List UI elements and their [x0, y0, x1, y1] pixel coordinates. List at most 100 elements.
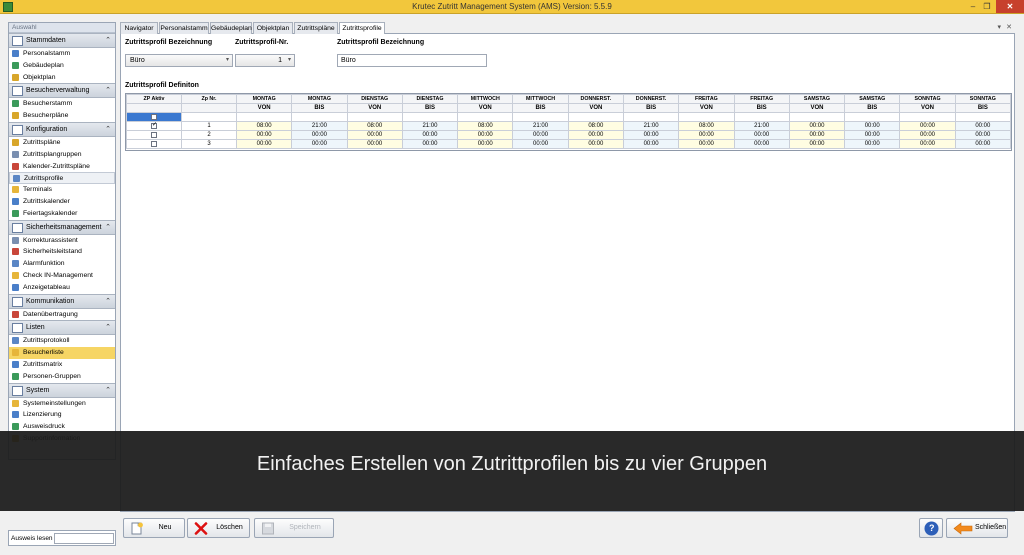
grid-cell-time[interactable]: 00:00 [788, 139, 846, 149]
sidebar-item-lizenzierung[interactable]: Lizenzierung [9, 409, 115, 421]
grid-cell-time[interactable]: 00:00 [235, 130, 293, 140]
sidebar-item-zutrittsprotokoll[interactable]: Zutrittsprotokoll [9, 335, 115, 347]
grid-cell-time[interactable]: 00:00 [844, 121, 901, 131]
sidebar-item-besucherstamm[interactable]: Besucherstamm [9, 98, 115, 110]
collapse-chevron-icon[interactable]: ⌃ [105, 384, 111, 397]
grid-cell-nr[interactable]: 1 [181, 121, 237, 131]
collapse-chevron-icon[interactable]: ⌃ [105, 123, 111, 136]
sidebar-item-besucherpläne[interactable]: Besucherpläne [9, 110, 115, 122]
zp-aktiv-checkbox[interactable] [151, 131, 157, 138]
table-row[interactable]: 2 00:00 00:00 00:00 00:00 00:00 00:00 00:00 00:0… [126, 130, 1012, 140]
help-button[interactable]: ? [919, 518, 943, 538]
new-button[interactable]: Neu [123, 518, 185, 538]
sidebar-item-kalender-zutrittspläne[interactable]: Kalender-Zutrittspläne [9, 161, 115, 173]
grid-cell[interactable] [401, 112, 459, 122]
grid-cell-time[interactable]: 00:00 [844, 139, 901, 149]
grid-cell-time[interactable]: 00:00 [291, 139, 348, 149]
grid-cell-time[interactable]: 00:00 [733, 130, 790, 140]
sidebar-item-zutrittsprofile[interactable]: Zutrittsprofile [9, 172, 115, 185]
grid-header-cell[interactable]: DIENSTAG [401, 94, 459, 104]
tab-zutrittspläne[interactable]: Zutrittspläne [294, 22, 338, 34]
collapse-chevron-icon[interactable]: ⌃ [105, 221, 111, 234]
profil-bezeichnung-field[interactable]: Büro [337, 54, 487, 67]
maximize-button[interactable]: ❐ [980, 0, 994, 13]
sidebar-item-personalstamm[interactable]: Personalstamm [9, 48, 115, 60]
grid-cell-time[interactable]: 00:00 [899, 121, 956, 131]
grid-cell-time[interactable]: 00:00 [235, 139, 293, 149]
table-row[interactable]: 3 00:00 00:00 00:00 00:00 00:00 00:00 00:00 00:0… [126, 139, 1012, 149]
grid-cell-time[interactable]: 00:00 [844, 130, 901, 140]
grid-cell-time[interactable]: 21:00 [622, 121, 680, 131]
grid-cell[interactable] [733, 112, 790, 122]
grid-cell-time[interactable]: 00:00 [346, 139, 403, 149]
grid-cell-time[interactable]: 21:00 [512, 121, 569, 131]
sidebar-group-besucherverwaltung[interactable]: Besucherverwaltung ⌃ [9, 83, 115, 99]
grid-cell-time[interactable]: 21:00 [401, 121, 459, 131]
sidebar-item-zutrittskalender[interactable]: Zutrittskalender [9, 196, 115, 208]
grid-cell-time[interactable]: 00:00 [899, 139, 956, 149]
grid-cell-time[interactable]: 00:00 [954, 130, 1012, 140]
close-window-button[interactable]: ✕ [996, 0, 1024, 13]
grid-header-cell[interactable]: FREITAG [678, 94, 735, 104]
profil-nr-select[interactable]: 1 ▾ [235, 54, 295, 67]
grid-cell[interactable] [844, 112, 901, 122]
sidebar-group-konfiguration[interactable]: Konfiguration ⌃ [9, 121, 115, 137]
grid-cell-time[interactable]: 08:00 [678, 121, 735, 131]
grid-header-cell[interactable]: ZP Aktiv [126, 94, 182, 104]
grid-cell-aktiv[interactable] [126, 121, 182, 131]
sidebar-item-korrekturassistent[interactable]: Korrekturassistent [9, 235, 115, 247]
tab-close-icon[interactable]: ✕ [1006, 23, 1012, 31]
grid-header-cell[interactable]: DIENSTAG [346, 94, 403, 104]
tab-dropdown-icon[interactable]: ▾ [997, 23, 1001, 31]
grid-cell-time[interactable]: 00:00 [678, 139, 735, 149]
grid-header-cell[interactable]: DONNERST. [622, 94, 680, 104]
grid-cell-time[interactable]: 00:00 [899, 130, 956, 140]
grid-cell-time[interactable]: 08:00 [457, 121, 514, 131]
grid-cell[interactable] [126, 112, 182, 122]
grid-cell[interactable] [235, 112, 293, 122]
sidebar-item-gebäudeplan[interactable]: Gebäudeplan [9, 60, 115, 72]
close-button[interactable]: Schließen [946, 518, 1008, 538]
tab-personalstamm[interactable]: Personalstamm [159, 22, 209, 34]
grid-cell-time[interactable]: 00:00 [512, 130, 569, 140]
grid-cell[interactable] [678, 112, 735, 122]
delete-button[interactable]: Löschen [187, 518, 250, 538]
grid-cell-time[interactable]: 00:00 [457, 139, 514, 149]
sidebar-item-anzeigetableau[interactable]: Anzeigetableau [9, 282, 115, 294]
grid-cell-time[interactable]: 00:00 [678, 130, 735, 140]
sidebar-item-zutrittspläne[interactable]: Zutrittspläne [9, 137, 115, 149]
grid-cell[interactable] [346, 112, 403, 122]
collapse-chevron-icon[interactable]: ⌃ [105, 321, 111, 334]
ausweis-input[interactable] [54, 533, 114, 544]
grid-cell[interactable] [181, 112, 237, 122]
grid-header-cell[interactable]: SAMSTAG [788, 94, 846, 104]
grid-header-cell[interactable]: MITTWOCH [512, 94, 569, 104]
grid-cell-time[interactable]: 00:00 [954, 121, 1012, 131]
sidebar-item-alarmfunktion[interactable]: Alarmfunktion [9, 258, 115, 270]
grid-cell-time[interactable]: 00:00 [954, 139, 1012, 149]
grid-header-cell[interactable]: SONNTAG [899, 94, 956, 104]
grid-cell-time[interactable]: 00:00 [567, 130, 624, 140]
grid-cell[interactable] [567, 112, 624, 122]
grid-header-cell[interactable]: FREITAG [733, 94, 790, 104]
sidebar-item-check-in-management[interactable]: Check IN-Management [9, 270, 115, 282]
collapse-chevron-icon[interactable]: ⌃ [105, 34, 111, 47]
grid-cell-nr[interactable]: 3 [181, 139, 237, 149]
tab-navigator[interactable]: Navigator [120, 22, 158, 34]
grid-header-cell[interactable]: MITTWOCH [457, 94, 514, 104]
sidebar-item-datenübertragung[interactable]: Datenübertragung [9, 309, 115, 321]
zp-aktiv-checkbox[interactable] [151, 113, 157, 120]
sidebar-item-zutrittsplangruppen[interactable]: Zutrittsplangruppen [9, 149, 115, 161]
sidebar-item-systemeinstellungen[interactable]: Systemeinstellungen [9, 398, 115, 410]
grid-header-cell[interactable]: DONNERST. [567, 94, 624, 104]
grid-cell[interactable] [512, 112, 569, 122]
sidebar-group-kommunikation[interactable]: Kommunikation ⌃ [9, 293, 115, 309]
grid-cell-time[interactable]: 08:00 [567, 121, 624, 131]
sidebar-item-terminals[interactable]: Terminals [9, 184, 115, 196]
sidebar-group-stammdaten[interactable]: Stammdaten ⌃ [9, 33, 115, 48]
grid-cell[interactable] [899, 112, 956, 122]
grid-cell-time[interactable]: 00:00 [622, 130, 680, 140]
grid-cell-aktiv[interactable] [126, 139, 182, 149]
grid-cell-time[interactable]: 08:00 [346, 121, 403, 131]
grid-cell-aktiv[interactable] [126, 130, 182, 140]
